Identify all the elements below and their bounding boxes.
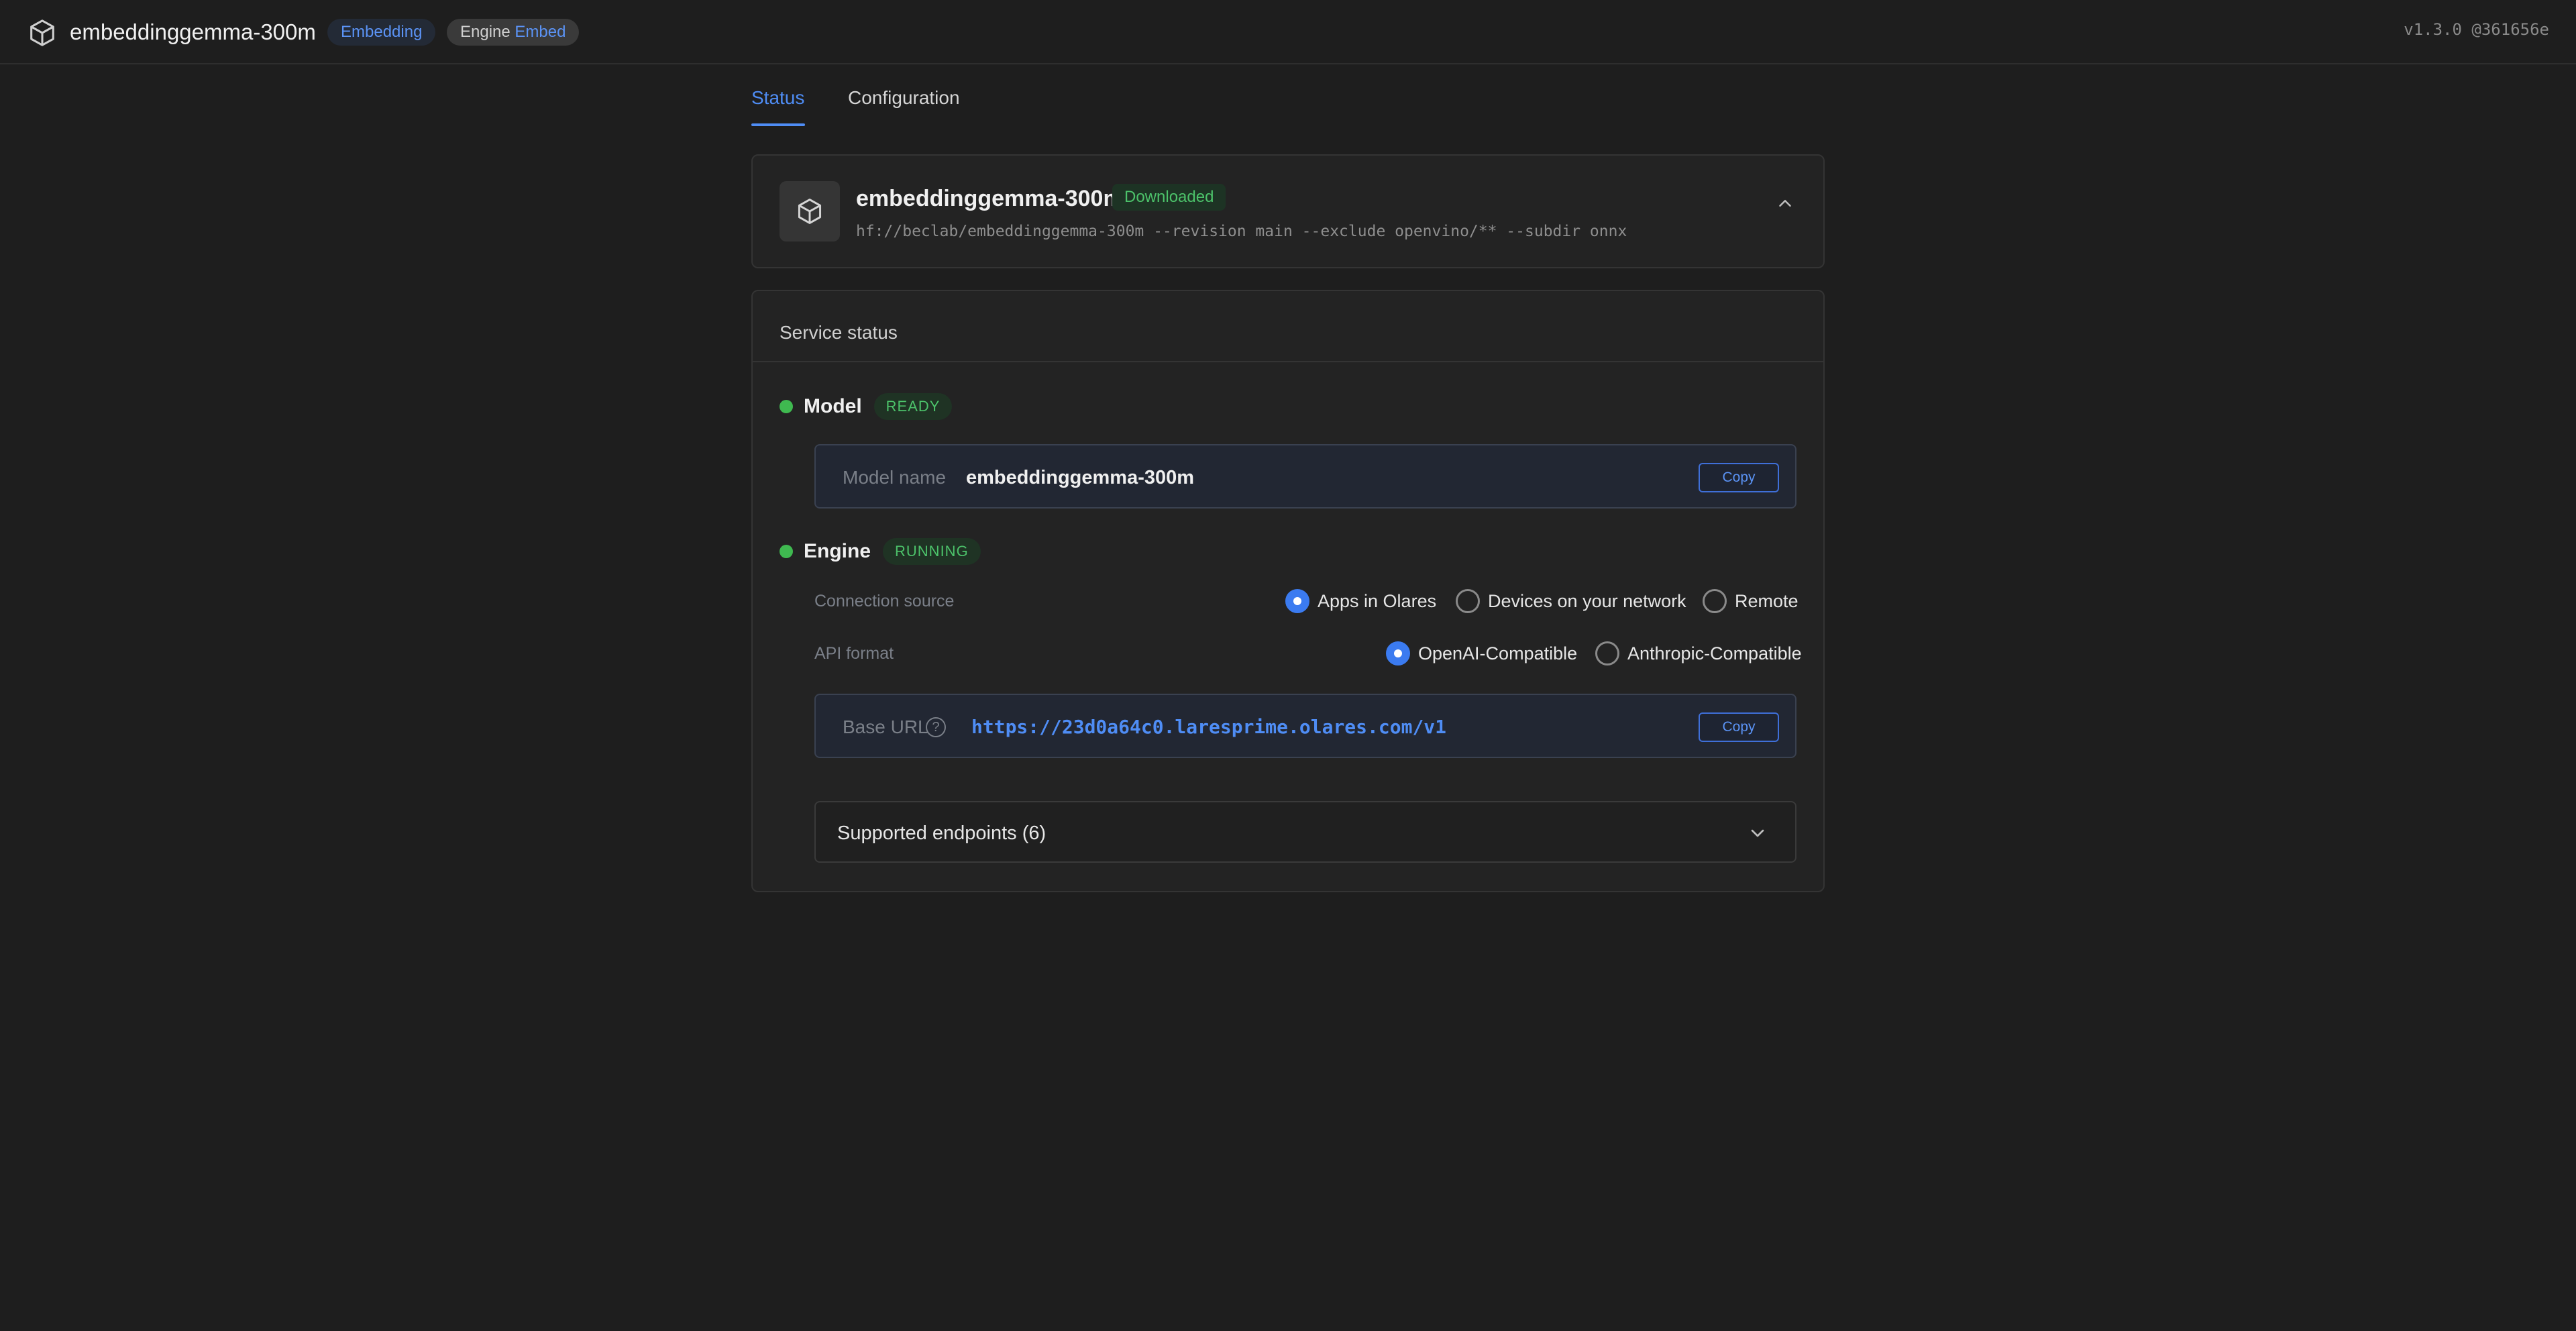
radio-devices-on-network[interactable]: Devices on your network xyxy=(1456,588,1686,615)
tab-configuration[interactable]: Configuration xyxy=(848,85,960,111)
model-status-badge: READY xyxy=(873,393,953,420)
cube-icon xyxy=(798,199,822,224)
model-name-label: Model name xyxy=(843,467,947,488)
copy-base-url-button[interactable]: Copy xyxy=(1699,712,1779,742)
connection-source-label: Connection source xyxy=(814,592,955,610)
radio-openai-compatible[interactable]: OpenAI-Compatible xyxy=(1386,640,1577,667)
radio-label: Anthropic-Compatible xyxy=(1627,643,1802,663)
chevron-down-icon[interactable] xyxy=(1747,822,1768,844)
model-status-dot xyxy=(780,400,793,413)
model-avatar xyxy=(780,181,840,242)
model-source-command: hf://beclab/embeddinggemma-300m --revisi… xyxy=(856,223,1627,240)
engine-section-label: Engine xyxy=(804,540,871,562)
radio-label: OpenAI-Compatible xyxy=(1418,643,1578,663)
service-status-title: Service status xyxy=(780,322,898,343)
chevron-up-icon[interactable] xyxy=(1775,193,1795,213)
radio-anthropic-compatible[interactable]: Anthropic-Compatible xyxy=(1595,640,1802,667)
top-bar: embeddinggemma-300m Embedding Engine Emb… xyxy=(0,0,2576,64)
base-url-label: Base URL xyxy=(843,716,928,737)
download-status-badge: Downloaded xyxy=(1112,184,1226,211)
base-url-field: Base URL ? https://23d0a64c0.laresprime.… xyxy=(814,694,1796,758)
model-name-field: Model name embeddinggemma-300m Copy xyxy=(814,444,1796,509)
radio-label: Devices on your network xyxy=(1488,590,1686,611)
radio-button[interactable] xyxy=(1595,641,1619,666)
model-name-value: embeddinggemma-300m xyxy=(966,467,1195,488)
radio-apps-in-olares[interactable]: Apps in Olares xyxy=(1285,588,1436,615)
copy-model-name-button[interactable]: Copy xyxy=(1699,463,1779,492)
model-name: embeddinggemma-300m xyxy=(856,186,1124,211)
radio-button[interactable] xyxy=(1456,589,1480,613)
engine-tag-value: Embed xyxy=(515,23,566,41)
radio-label: Remote xyxy=(1735,590,1799,611)
radio-button-checked[interactable] xyxy=(1285,589,1309,613)
radio-label: Apps in Olares xyxy=(1318,590,1437,611)
app-title: embeddinggemma-300m xyxy=(70,19,316,44)
engine-tag-prefix: Engine xyxy=(460,23,511,41)
radio-button-checked[interactable] xyxy=(1386,641,1410,666)
embedding-tag: Embedding xyxy=(327,19,436,46)
tab-status[interactable]: Status xyxy=(751,85,804,111)
version-label: v1.3.0 @361656e xyxy=(2404,20,2549,39)
radio-button[interactable] xyxy=(1703,589,1727,613)
service-status-header: Service status xyxy=(753,291,1823,362)
help-icon[interactable]: ? xyxy=(926,717,946,737)
radio-remote[interactable]: Remote xyxy=(1703,588,1799,615)
model-card: embeddinggemma-300m Downloaded hf://becl… xyxy=(751,154,1825,268)
engine-section-header: Engine RUNNING xyxy=(780,537,981,566)
cube-icon xyxy=(30,19,54,46)
api-format-label: API format xyxy=(814,644,894,663)
tab-bar: Status Configuration xyxy=(751,64,1154,129)
supported-endpoints-label: Supported endpoints (6) xyxy=(837,822,1046,844)
model-section-label: Model xyxy=(804,395,862,417)
model-section-header: Model READY xyxy=(780,392,953,421)
supported-endpoints-accordion[interactable]: Supported endpoints (6) xyxy=(814,801,1796,863)
engine-tag: Engine Embed xyxy=(447,19,580,46)
engine-status-dot xyxy=(780,545,793,558)
base-url-value[interactable]: https://23d0a64c0.laresprime.olares.com/… xyxy=(971,714,1446,741)
engine-status-badge: RUNNING xyxy=(883,538,981,565)
service-status-card: Service status Model READY Model name em… xyxy=(751,290,1825,892)
active-tab-indicator xyxy=(751,123,805,126)
